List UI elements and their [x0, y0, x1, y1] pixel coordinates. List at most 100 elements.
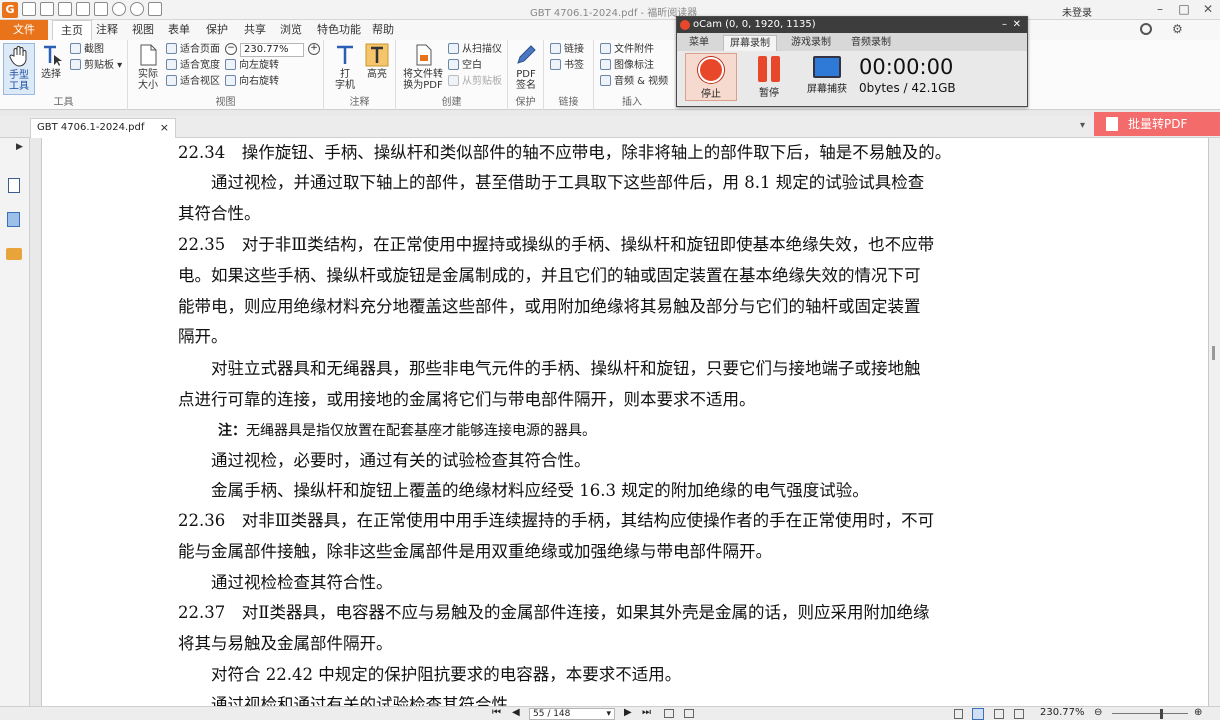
ocam-tab-game[interactable]: 游戏录制 [785, 35, 837, 51]
tab-browse[interactable]: 浏览 [272, 20, 310, 40]
tab-share[interactable]: 共享 [236, 20, 274, 40]
fit-width-button[interactable]: 适合宽度 [166, 59, 220, 73]
zoom-out-icon[interactable]: − [225, 43, 237, 55]
minimize-button[interactable]: – [1148, 1, 1172, 17]
ocam-stop-label: 停止 [701, 89, 721, 100]
scroll-thumb[interactable] [1212, 346, 1215, 360]
ocam-stop-button[interactable]: 停止 [685, 53, 737, 101]
note-label: 注： [218, 423, 246, 439]
ocam-tab-screen[interactable]: 屏幕录制 [723, 35, 777, 51]
link-button[interactable]: 链接 [550, 43, 584, 57]
close-button[interactable]: ✕ [1196, 1, 1220, 17]
pdf-sign-button[interactable]: PDF 签名 [512, 43, 540, 91]
page-number-input[interactable]: 55 / 148 ▾ [529, 708, 615, 720]
new-icon[interactable] [76, 2, 90, 16]
batch-convert-button[interactable]: 批量转PDF [1094, 112, 1220, 136]
tab-list-chevron-icon[interactable]: ▾ [1080, 120, 1085, 131]
actual-size-button[interactable]: 实际 大小 [134, 43, 162, 91]
zoom-in-icon[interactable]: + [308, 43, 320, 55]
document-tab[interactable]: GBT 4706.1-2024.pdf × [30, 118, 176, 138]
ocam-tab-menu[interactable]: 菜单 [683, 35, 715, 51]
image-annotation-button[interactable]: 图像标注 [600, 59, 654, 73]
vertical-scrollbar[interactable] [1209, 138, 1220, 706]
save-icon[interactable] [40, 2, 54, 16]
highlight-button[interactable]: 高亮 [362, 43, 392, 80]
tab-view[interactable]: 视图 [124, 20, 162, 40]
tab-protect[interactable]: 保护 [198, 20, 236, 40]
fit-visible-icon [166, 75, 177, 86]
zoom-slider-thumb[interactable] [1160, 709, 1163, 719]
group-links: 链接 书签 链接 [544, 40, 594, 110]
clipboard-button[interactable]: 剪贴板 ▾ [70, 59, 122, 73]
last-page-icon[interactable]: ⏭ [642, 707, 651, 718]
ocam-tab-audio[interactable]: 音频录制 [845, 35, 897, 51]
facing-view-icon[interactable] [994, 709, 1004, 719]
group-protect-label: 保护 [515, 97, 536, 108]
blank-button[interactable]: 空白 [448, 59, 482, 73]
open-icon[interactable] [22, 2, 36, 16]
hand-quick-icon[interactable] [148, 2, 162, 16]
redo-icon[interactable] [130, 2, 144, 16]
select-tool-button[interactable]: 选择 [38, 43, 64, 80]
tab-features[interactable]: 特色功能 [309, 20, 369, 40]
screenshot-button[interactable]: 截图 [70, 43, 104, 57]
ocam-pause-button[interactable]: 暂停 [743, 53, 795, 101]
continuous-view-icon[interactable] [972, 708, 984, 720]
text-line: 22.36 对非Ⅲ类器具，在正常使用中用手连续握持的手柄，其结构应使操作者的手在… [178, 511, 935, 530]
comments-panel-icon[interactable] [6, 248, 22, 260]
paragraph: 通过视检和通过有关的试验检查其符合性。 [178, 690, 1208, 706]
bookmark-panel-icon[interactable] [8, 178, 20, 193]
tab-file[interactable]: 文件 [0, 20, 48, 40]
hand-tool-button[interactable]: 手型 工具 [3, 43, 35, 95]
convert-to-pdf-button[interactable]: 将文件转 换为PDF [400, 43, 446, 91]
image-icon [600, 59, 611, 70]
ocam-minimize-button[interactable]: – [1002, 17, 1007, 33]
gear-icon[interactable]: ⚙ [1172, 22, 1186, 36]
single-page-view-icon[interactable] [954, 709, 963, 719]
undo-icon[interactable] [112, 2, 126, 16]
expand-panel-icon[interactable]: ▶ [16, 142, 23, 152]
rotate-left-button[interactable]: 向左旋转 [225, 59, 279, 73]
print-icon[interactable] [58, 2, 72, 16]
audio-video-button[interactable]: 音频 & 视频 [600, 75, 668, 89]
blank-icon[interactable] [94, 2, 108, 16]
text-line: 能与金属部件接触，除非这些金属部件是用双重绝缘或加强绝缘与带电部件隔开。 [178, 541, 772, 561]
ocam-capture-label: 屏幕捕获 [807, 84, 847, 95]
fit-page-button[interactable]: 适合页面 [166, 43, 220, 57]
paragraph: 22.37 对Ⅱ类器具，电容器不应与易触及的金属部件连接，如果其外壳是金属的话，… [178, 598, 1208, 660]
next-page-icon[interactable]: ▶ [624, 707, 632, 718]
tab-comment[interactable]: 注释 [88, 20, 126, 40]
continuous-facing-icon[interactable] [1014, 709, 1024, 719]
login-status[interactable]: 未登录 [1062, 4, 1092, 19]
tab-form[interactable]: 表单 [160, 20, 198, 40]
ocam-title-bar: oCam (0, 0, 1920, 1135) – ✕ [677, 17, 1027, 33]
file-attachment-button[interactable]: 文件附件 [600, 43, 654, 57]
zoom-out-status-icon[interactable]: ⊖ [1094, 707, 1102, 718]
zoom-input[interactable]: 230.77% [240, 43, 304, 57]
fit-visible-button[interactable]: 适合视区 [166, 75, 220, 89]
first-page-icon[interactable]: ⏮ [492, 707, 501, 718]
tab-help[interactable]: 帮助 [364, 20, 402, 40]
ocam-close-button[interactable]: ✕ [1013, 17, 1021, 33]
text-line: 其符合性。 [178, 203, 261, 223]
group-comment: 打 字机 高亮 注释 [324, 40, 396, 110]
fit-icon[interactable] [664, 709, 674, 718]
maximize-button[interactable]: □ [1172, 1, 1196, 17]
zoom-in-status-icon[interactable]: ⊕ [1194, 707, 1202, 718]
typewriter-button[interactable]: 打 字机 [330, 43, 360, 91]
group-view: 实际 大小 适合页面 适合宽度 适合视区 − 230.77% + 向左旋转 向右… [128, 40, 324, 110]
tab-home[interactable]: 主页 [52, 20, 92, 40]
search-icon[interactable] [1140, 23, 1152, 35]
group-comment-label: 注释 [349, 97, 370, 108]
close-tab-icon[interactable]: × [160, 119, 169, 137]
bookmark-button[interactable]: 书签 [550, 59, 584, 73]
prev-page-icon[interactable]: ◀ [512, 707, 520, 718]
pages-panel-icon[interactable] [7, 212, 20, 227]
ocam-capture-button[interactable]: 屏幕捕获 [801, 53, 853, 101]
typewriter-label: 打 字机 [335, 69, 355, 91]
ocam-tabs: 菜单 屏幕录制 游戏录制 音频录制 [677, 33, 1027, 51]
from-scanner-button[interactable]: 从扫描仪 [448, 43, 502, 57]
rotate-right-button[interactable]: 向右旋转 [225, 75, 279, 89]
zoom-slider[interactable] [1112, 713, 1188, 714]
split-icon[interactable] [684, 709, 694, 718]
